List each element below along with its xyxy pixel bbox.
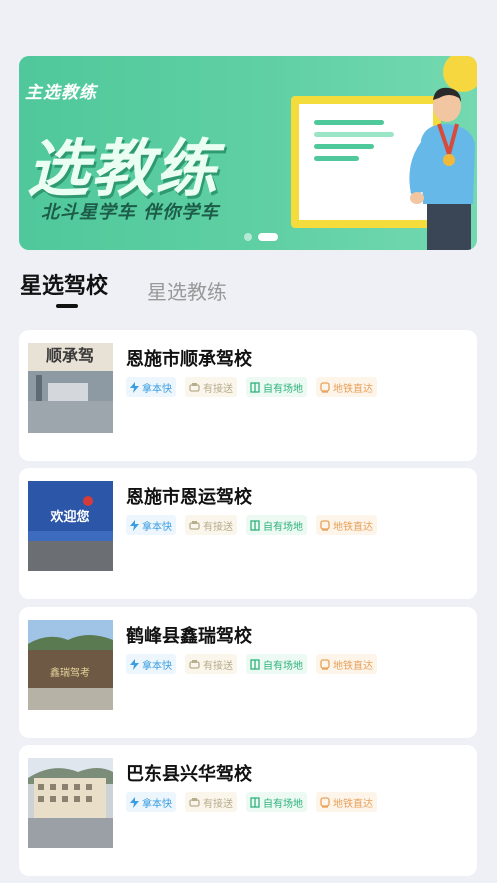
school-tags: 拿本快 有接送 自有场地 地铁直达 bbox=[126, 792, 377, 812]
car-icon bbox=[189, 520, 200, 530]
school-tags: 拿本快 有接送 自有场地 地铁直达 bbox=[126, 654, 377, 674]
tag-fast-license: 拿本快 bbox=[126, 792, 176, 812]
school-tags: 拿本快 有接送 自有场地 地铁直达 bbox=[126, 515, 377, 535]
tag-subway: 地铁直达 bbox=[316, 377, 377, 397]
tag-subway: 地铁直达 bbox=[316, 792, 377, 812]
school-photo: 欢迎您 bbox=[28, 481, 113, 571]
subway-icon bbox=[320, 658, 330, 670]
car-icon bbox=[189, 797, 200, 807]
school-photo bbox=[28, 758, 113, 848]
thumb-sign-text: 欢迎您 bbox=[49, 509, 89, 525]
banner-slogan: 北斗星学车 伴你学车 bbox=[41, 202, 220, 223]
promo-banner[interactable]: 主选教练 选教练 北斗星学车 伴你学车 bbox=[19, 56, 477, 250]
lightning-icon bbox=[130, 519, 139, 531]
thumb-sign-text: 鑫瑞驾考 bbox=[50, 666, 90, 679]
school-card[interactable]: 鑫瑞驾考 鹤峰县鑫瑞驾校 拿本快 有接送 自有场地 地铁直达 bbox=[19, 607, 477, 738]
school-tags: 拿本快 有接送 自有场地 地铁直达 bbox=[126, 377, 377, 397]
tag-own-field: 自有场地 bbox=[246, 792, 307, 812]
school-photo: 鑫瑞驾考 bbox=[28, 620, 113, 710]
school-photo: 顺承驾 bbox=[28, 343, 113, 433]
school-name[interactable]: 巴东县兴华驾校 bbox=[126, 760, 252, 786]
thumb-sign-text: 顺承驾 bbox=[46, 346, 94, 365]
field-icon bbox=[250, 658, 260, 670]
school-card[interactable]: 欢迎您 恩施市恩运驾校 拿本快 有接送 自有场地 地铁直达 bbox=[19, 468, 477, 599]
tag-own-field: 自有场地 bbox=[246, 515, 307, 535]
car-icon bbox=[189, 382, 200, 392]
school-name[interactable]: 鹤峰县鑫瑞驾校 bbox=[126, 622, 252, 648]
banner-subtitle: 主选教练 bbox=[25, 83, 97, 103]
tag-pickup: 有接送 bbox=[185, 792, 237, 812]
subway-icon bbox=[320, 519, 330, 531]
subway-icon bbox=[320, 381, 330, 393]
carousel-indicator[interactable] bbox=[244, 233, 278, 241]
field-icon bbox=[250, 519, 260, 531]
tag-own-field: 自有场地 bbox=[246, 377, 307, 397]
school-card[interactable]: 巴东县兴华驾校 拿本快 有接送 自有场地 地铁直达 bbox=[19, 745, 477, 876]
tag-pickup: 有接送 bbox=[185, 377, 237, 397]
lightning-icon bbox=[130, 381, 139, 393]
tag-fast-license: 拿本快 bbox=[126, 377, 176, 397]
active-tab-indicator bbox=[56, 304, 78, 308]
tag-subway: 地铁直达 bbox=[316, 654, 377, 674]
car-icon bbox=[189, 659, 200, 669]
carousel-dot[interactable] bbox=[244, 233, 252, 241]
banner-title: 选教练 bbox=[27, 132, 220, 205]
carousel-dot-active[interactable] bbox=[258, 233, 278, 241]
school-card[interactable]: 顺承驾 恩施市顺承驾校 拿本快 有接送 自有场地 地铁直达 bbox=[19, 330, 477, 461]
lightning-icon bbox=[130, 658, 139, 670]
school-name[interactable]: 恩施市顺承驾校 bbox=[126, 345, 252, 371]
tag-fast-license: 拿本快 bbox=[126, 515, 176, 535]
subway-icon bbox=[320, 796, 330, 808]
school-name[interactable]: 恩施市恩运驾校 bbox=[126, 483, 252, 509]
tab-star-schools[interactable]: 星选驾校 bbox=[20, 268, 108, 300]
category-tabs: 星选驾校 星选教练 bbox=[20, 268, 320, 312]
tag-own-field: 自有场地 bbox=[246, 654, 307, 674]
tag-pickup: 有接送 bbox=[185, 654, 237, 674]
field-icon bbox=[250, 381, 260, 393]
tag-fast-license: 拿本快 bbox=[126, 654, 176, 674]
coach-illustration bbox=[409, 87, 475, 250]
tab-star-coaches[interactable]: 星选教练 bbox=[147, 276, 227, 305]
tag-pickup: 有接送 bbox=[185, 515, 237, 535]
field-icon bbox=[250, 796, 260, 808]
lightning-icon bbox=[130, 796, 139, 808]
tag-subway: 地铁直达 bbox=[316, 515, 377, 535]
